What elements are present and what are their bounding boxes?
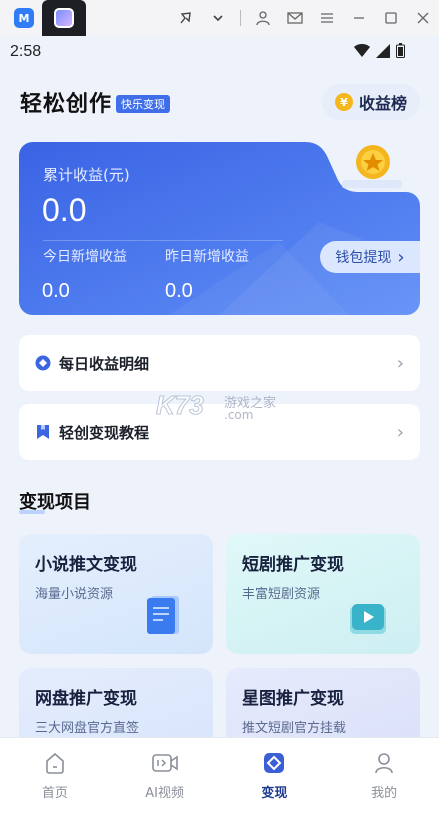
- nav-label: 首页: [41, 785, 68, 801]
- card-title: 短剧推广变现: [242, 555, 344, 575]
- card-title: 星图推广变现: [242, 689, 344, 709]
- nav-item-monetize[interactable]: 变现: [220, 738, 330, 818]
- signal-icon: [376, 43, 390, 62]
- withdraw-label: 钱包提现: [335, 250, 392, 266]
- title-badge: 快乐变现: [116, 95, 171, 113]
- bottom-nav: 首页 AI视频 变现 我的: [0, 737, 439, 818]
- home-icon: [42, 750, 68, 776]
- today-earnings-label: 今日新增收益: [43, 249, 127, 265]
- earnings-card: 累计收益(元) 0.0 今日新增收益 昨日新增收益 0.0 0.0 钱包提现 ›: [19, 142, 420, 315]
- account-icon[interactable]: [247, 0, 279, 36]
- monetize-icon: [261, 750, 287, 776]
- mail-icon[interactable]: [279, 0, 311, 36]
- chevron-right-icon: ›: [396, 421, 404, 443]
- coin-icon: ¥: [334, 93, 353, 111]
- row-label: 轻创变现教程: [59, 423, 150, 442]
- page-header: 轻松创作 快乐变现 ¥ 收益榜: [20, 84, 420, 120]
- pin-icon[interactable]: [170, 0, 202, 36]
- total-earnings-value: 0.0: [42, 192, 87, 228]
- chevron-right-icon: ›: [397, 246, 405, 268]
- wifi-icon: [354, 43, 370, 62]
- diamond-icon: [35, 355, 51, 371]
- tutorial-row[interactable]: 轻创变现教程 ›: [19, 404, 420, 460]
- chevron-down-icon[interactable]: [202, 0, 234, 36]
- total-earnings-label: 累计收益(元): [43, 166, 130, 184]
- nav-item-home[interactable]: 首页: [0, 738, 110, 818]
- app-tab-icon: [54, 8, 74, 28]
- battery-icon: [396, 42, 405, 62]
- daily-earnings-detail-row[interactable]: 每日收益明细 ›: [19, 335, 420, 391]
- yesterday-earnings-label: 昨日新增收益: [165, 249, 249, 265]
- profile-icon: [371, 750, 397, 776]
- status-bar: 2:58: [0, 36, 439, 68]
- emulator-logo[interactable]: M: [14, 8, 34, 28]
- document-icon: [147, 596, 179, 634]
- maximize-icon[interactable]: [375, 0, 407, 36]
- card-subtitle: 推文短剧官方挂载: [242, 721, 347, 736]
- emulator-title-bar: M: [0, 0, 439, 36]
- page-title: 轻松创作: [20, 91, 113, 116]
- nav-label: AI视频: [145, 785, 184, 801]
- wallet-withdraw-button[interactable]: 钱包提现 ›: [320, 241, 420, 273]
- rank-label: 收益榜: [358, 94, 407, 113]
- card-subtitle: 三大网盘官方直签: [35, 721, 140, 736]
- project-card-novel[interactable]: 小说推文变现 海量小说资源: [19, 534, 213, 654]
- minimize-icon[interactable]: [343, 0, 375, 36]
- emulator-app-tab[interactable]: [42, 0, 86, 36]
- play-icon: [350, 604, 386, 634]
- yesterday-earnings-value: 0.0: [165, 280, 193, 302]
- row-label: 每日收益明细: [59, 354, 150, 373]
- chevron-right-icon: ›: [396, 352, 404, 374]
- earnings-rank-button[interactable]: ¥ 收益榜: [322, 84, 420, 120]
- menu-icon[interactable]: [311, 0, 343, 36]
- today-earnings-value: 0.0: [42, 280, 70, 302]
- nav-item-ai-video[interactable]: AI视频: [110, 738, 220, 818]
- nav-label: 变现: [261, 785, 288, 801]
- bookmark-icon: [37, 425, 49, 439]
- earnings-divider: [43, 240, 283, 241]
- ai-video-icon: [151, 750, 178, 776]
- status-time: 2:58: [10, 43, 42, 60]
- section-underline: [19, 510, 45, 514]
- card-subtitle: 丰富短剧资源: [242, 587, 321, 602]
- gold-coin-icon: [342, 145, 402, 192]
- close-icon[interactable]: [407, 0, 439, 36]
- separator: [240, 10, 241, 26]
- card-title: 网盘推广变现: [35, 689, 137, 709]
- nav-item-profile[interactable]: 我的: [329, 738, 439, 818]
- project-card-short-drama[interactable]: 短剧推广变现 丰富短剧资源: [226, 534, 420, 654]
- nav-label: 我的: [371, 785, 398, 801]
- card-title: 小说推文变现: [35, 555, 137, 575]
